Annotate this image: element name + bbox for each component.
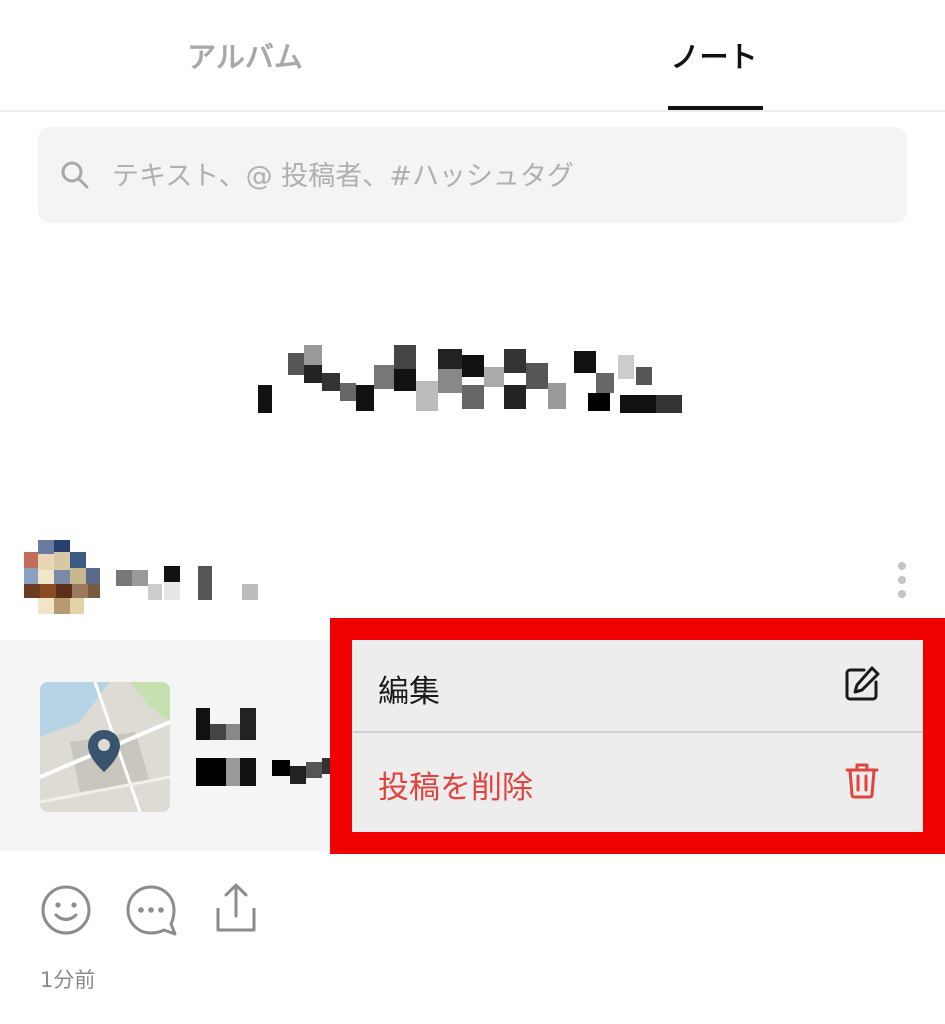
author-name-redacted[interactable] bbox=[116, 566, 261, 602]
annotation-highlight-box bbox=[330, 618, 945, 854]
comment-icon[interactable] bbox=[122, 880, 182, 940]
tab-note[interactable]: ノート bbox=[614, 0, 814, 110]
search-input[interactable] bbox=[112, 150, 872, 202]
post-timestamp: 1分前 bbox=[40, 968, 96, 992]
note-title-redacted bbox=[258, 345, 688, 415]
smiley-icon[interactable] bbox=[38, 880, 98, 940]
active-tab-indicator bbox=[668, 106, 763, 110]
search-icon bbox=[61, 161, 89, 189]
tab-bar: アルバム ノート bbox=[0, 0, 945, 112]
map-icon bbox=[40, 682, 170, 812]
map-thumbnail[interactable] bbox=[40, 682, 170, 812]
author-avatar[interactable] bbox=[24, 540, 102, 615]
more-vertical-icon[interactable] bbox=[893, 562, 911, 602]
share-icon[interactable] bbox=[206, 880, 266, 940]
location-name-redacted bbox=[196, 708, 336, 788]
tab-album[interactable]: アルバム bbox=[145, 0, 345, 110]
